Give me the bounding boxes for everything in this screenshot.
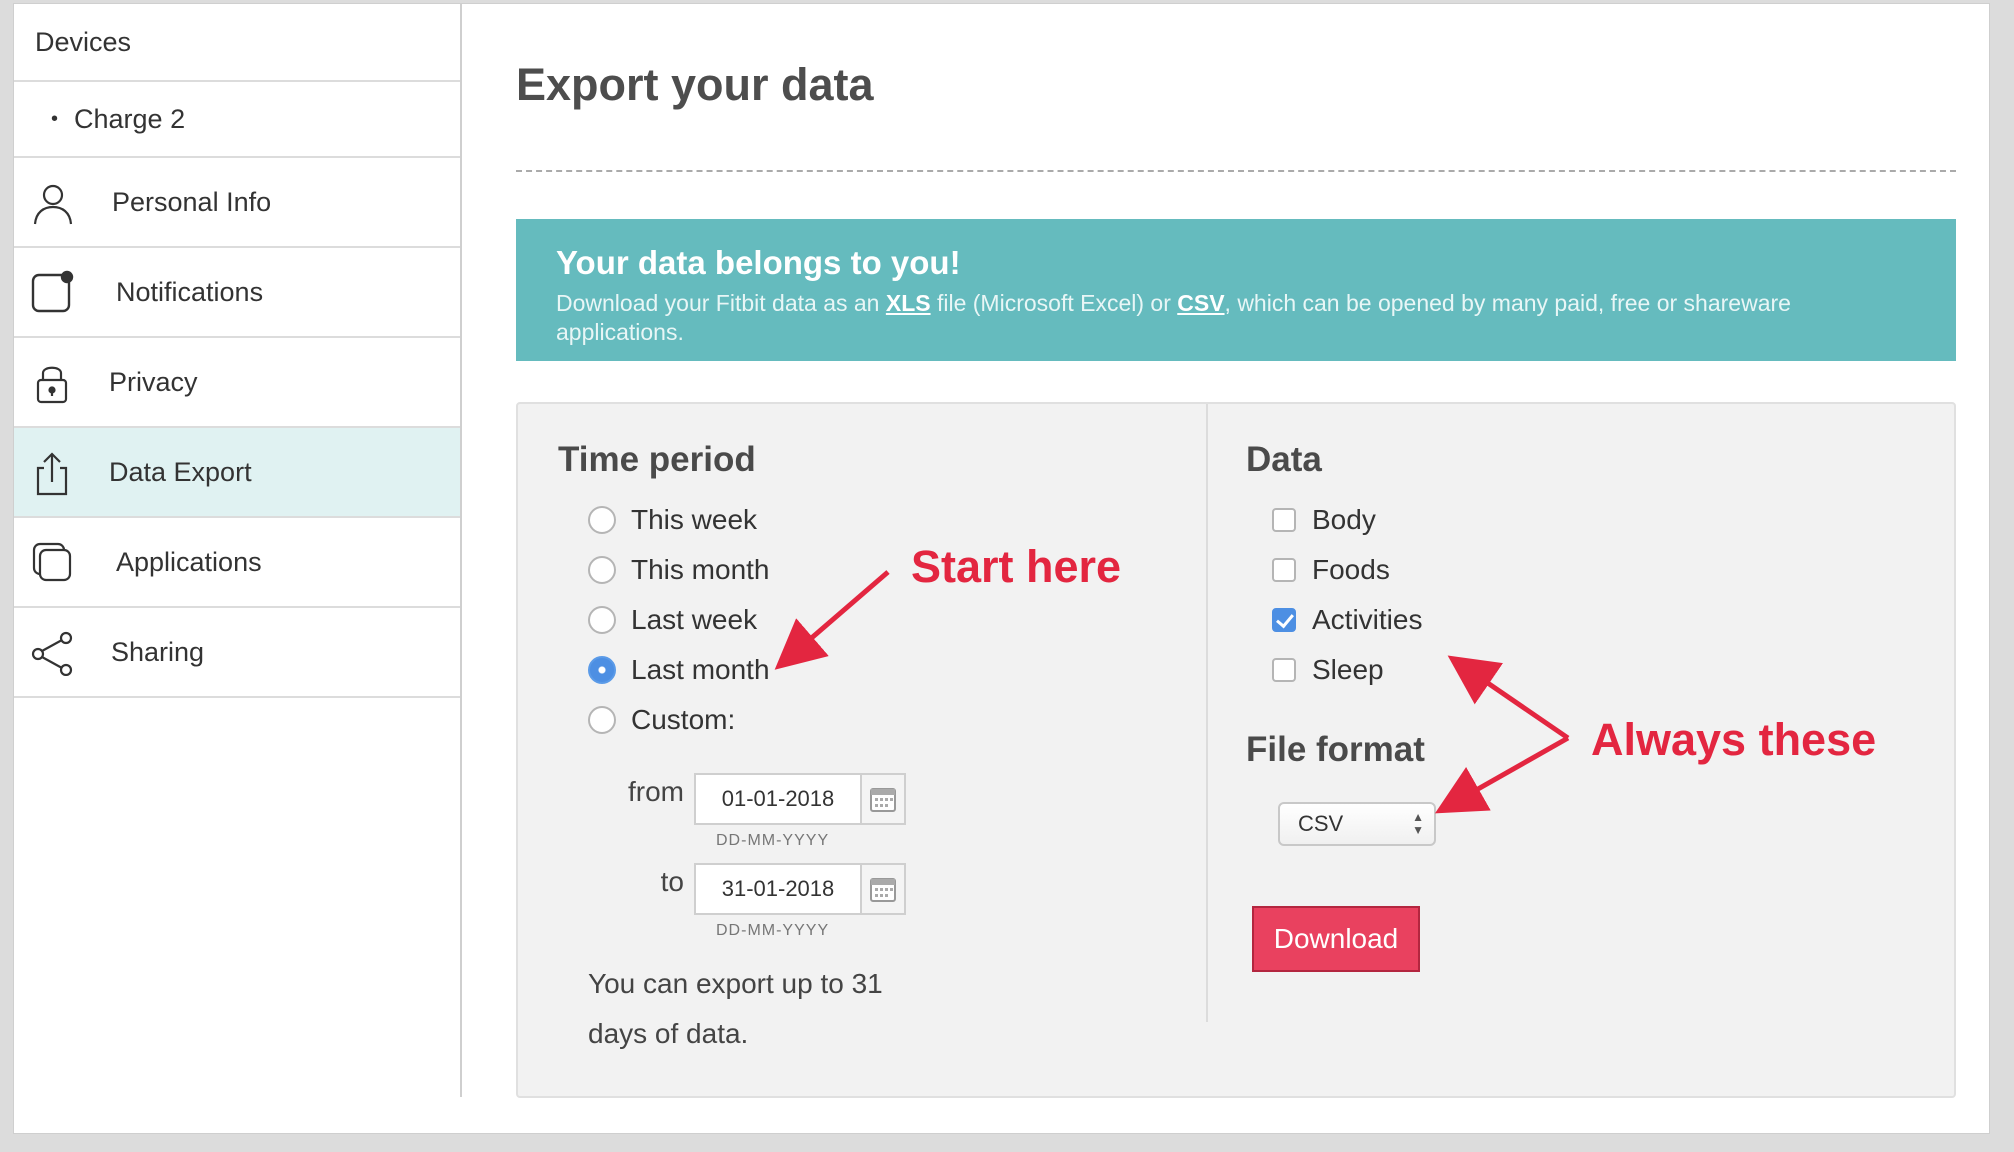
bullet: • [51, 107, 59, 130]
checkbox-label: Sleep [1312, 654, 1384, 685]
device-name: Charge 2 [74, 103, 186, 134]
checkbox-label: Body [1312, 504, 1376, 535]
calendar-icon[interactable] [860, 775, 904, 823]
to-date-field [694, 863, 906, 915]
applications-icon [30, 540, 76, 586]
checkbox-option-checked[interactable]: Activities [1272, 604, 1422, 636]
time-period-title: Time period [558, 440, 756, 479]
radio-label: Last month [631, 654, 770, 685]
share-icon [30, 630, 76, 677]
checkbox-option[interactable]: Foods [1272, 554, 1390, 586]
radio-option-selected[interactable]: Last month [588, 654, 770, 686]
radio-button[interactable] [588, 556, 616, 584]
radio-button[interactable] [588, 706, 616, 734]
banner-text: Download your Fitbit data as an XLS file… [556, 289, 1916, 347]
xls-link[interactable]: XLS [886, 290, 931, 316]
checkbox-checked[interactable] [1272, 608, 1296, 632]
sidebar-item-notifications[interactable]: Notifications [14, 248, 460, 338]
radio-option[interactable]: This week [588, 504, 757, 536]
checkbox-label: Foods [1312, 554, 1390, 585]
date-format-hint: DD-MM-YYYY [716, 832, 830, 849]
radio-button-selected[interactable] [588, 656, 616, 684]
radio-label: This week [631, 504, 758, 535]
to-label: to [660, 866, 684, 897]
radio-button[interactable] [588, 606, 616, 634]
banner-text-part: Download your Fitbit data as an [556, 290, 886, 316]
radio-button[interactable] [588, 506, 616, 534]
checkbox[interactable] [1272, 658, 1296, 682]
radio-option[interactable]: Custom: [588, 704, 735, 736]
sidebar-item-sharing[interactable]: Sharing [14, 608, 460, 698]
from-label: from [628, 776, 684, 807]
radio-label: This month [631, 554, 770, 585]
select-arrows-icon: ▲ ▼ [1412, 810, 1424, 837]
radio-option[interactable]: This month [588, 554, 770, 586]
sidebar-item-charge-2[interactable]: • Charge 2 [14, 82, 460, 158]
person-icon [30, 180, 76, 226]
start-here-annotation: Start here [911, 541, 1122, 592]
file-format-select[interactable]: CSV ▲ ▼ [1278, 802, 1436, 846]
devices-label: Devices [35, 26, 132, 57]
checkbox-option[interactable]: Sleep [1272, 654, 1384, 686]
sidebar-item-label: Personal Info [112, 187, 272, 217]
to-date-input[interactable] [696, 865, 860, 913]
page-title: Export your data [516, 59, 874, 110]
banner-text-part: file (Microsoft Excel) or [930, 290, 1178, 316]
calendar-icon[interactable] [860, 865, 904, 913]
sidebar-item-label: Notifications [116, 277, 264, 307]
sidebar-item-label: Privacy [109, 367, 198, 397]
sidebar-item-label: Data Export [109, 457, 252, 487]
data-title: Data [1246, 440, 1322, 479]
main-content: Export your data Your data belongs to yo… [462, 4, 1989, 1133]
checkbox-option[interactable]: Body [1272, 504, 1376, 536]
radio-label: Last week [631, 604, 758, 635]
banner-title: Your data belongs to you! [556, 244, 961, 281]
radio-label: Custom: [631, 704, 736, 735]
panel-divider [1206, 404, 1208, 1022]
sidebar: Devices • Charge 2 Personal Info Notific… [14, 4, 462, 1097]
radio-option[interactable]: Last week [588, 604, 757, 636]
checkbox-label: Activities [1312, 604, 1423, 635]
sidebar-item-personal-info[interactable]: Personal Info [14, 158, 460, 248]
divider [516, 170, 1956, 172]
from-date-input[interactable] [696, 775, 860, 823]
sidebar-item-privacy[interactable]: Privacy [14, 338, 460, 428]
export-icon [30, 450, 76, 496]
export-limit-note: You can export up to 31 days of data. [588, 968, 883, 1049]
lock-icon [30, 360, 76, 406]
sidebar-item-applications[interactable]: Applications [14, 518, 460, 608]
file-format-title: File format [1246, 730, 1425, 769]
file-format-value: CSV [1298, 811, 1344, 836]
sidebar-item-label: Sharing [111, 637, 205, 667]
sidebar-item-label: Applications [116, 547, 262, 577]
info-banner: Your data belongs to you! Download your … [516, 219, 1956, 361]
from-date-field [694, 773, 906, 825]
sidebar-devices-header: Devices [14, 4, 460, 82]
always-these-annotation: Always these [1591, 714, 1877, 765]
checkbox[interactable] [1272, 558, 1296, 582]
notification-icon [30, 270, 76, 316]
csv-link[interactable]: CSV [1177, 290, 1224, 316]
checkbox[interactable] [1272, 508, 1296, 532]
sidebar-item-data-export[interactable]: Data Export [14, 428, 460, 518]
date-format-hint: DD-MM-YYYY [716, 922, 830, 939]
download-button[interactable]: Download [1252, 906, 1420, 972]
